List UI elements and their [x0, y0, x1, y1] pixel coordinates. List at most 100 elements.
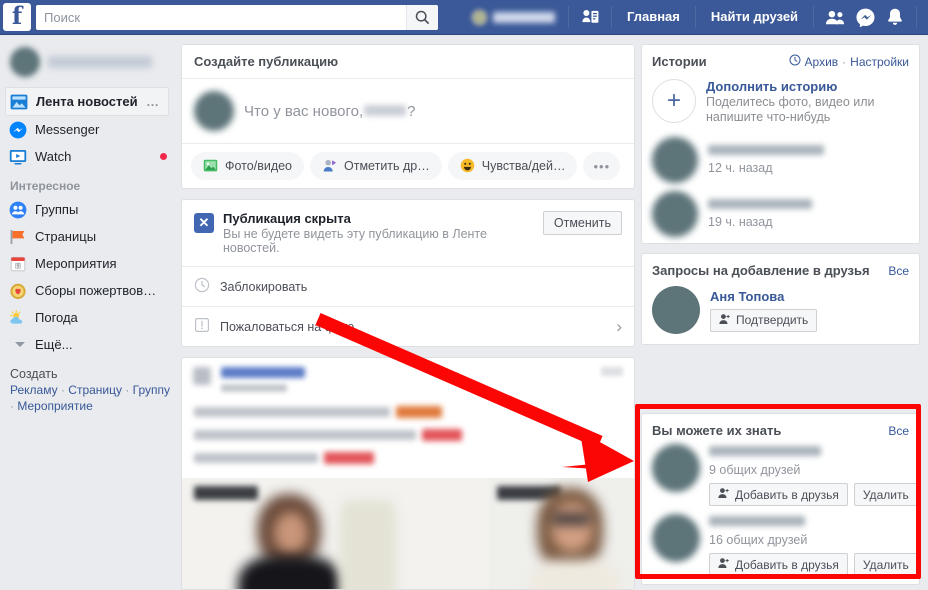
undo-button[interactable]: Отменить	[542, 211, 622, 235]
photo-video-icon	[203, 158, 218, 175]
friend-request-text: Аня Топова Подтвердить	[710, 289, 818, 332]
post-photo[interactable]	[182, 478, 490, 589]
blurred-post-photos[interactable]	[182, 478, 634, 589]
weather-icon	[9, 309, 27, 327]
pymk-see-all[interactable]: Все	[888, 424, 909, 438]
groups-icon	[9, 201, 27, 219]
post-menu-icon[interactable]	[601, 367, 623, 376]
blurred-post-header	[182, 358, 634, 392]
feeling-activity-button[interactable]: Чувства/дей…	[447, 152, 578, 180]
notifications-icon[interactable]	[880, 4, 910, 30]
sidebar-item-fundraisers[interactable]: Сборы пожертвов…	[0, 277, 175, 304]
story-item[interactable]: 12 ч. назад	[642, 135, 919, 189]
sidebar-item-watch[interactable]: Watch	[0, 143, 175, 170]
composer-more-button[interactable]: •••	[583, 152, 621, 180]
sidebar-item-label: Группы	[35, 202, 79, 217]
blurred-span	[194, 453, 318, 463]
create-link-page[interactable]: Страницу	[68, 383, 122, 397]
snooze-option[interactable]: Заблокировать	[182, 266, 634, 306]
settings-link[interactable]: Настройки	[850, 55, 909, 69]
page-body: Лента новостей … Messenger Watch Интерес…	[0, 35, 928, 590]
sidebar-item-more-icon[interactable]: …	[146, 94, 160, 109]
unread-badge	[160, 153, 167, 160]
sidebar-item-events[interactable]: 9 Мероприятия	[0, 250, 175, 277]
hidden-post-title: Публикация скрыта	[223, 211, 351, 226]
pymk-item: 9 общих друзей Добавить в друзья Удалить	[642, 444, 919, 514]
add-friend-button[interactable]: Добавить в друзья	[709, 553, 848, 576]
events-calendar-icon: 9	[9, 255, 27, 273]
post-meta-blurred	[221, 384, 287, 392]
facebook-logo[interactable]: f	[3, 3, 31, 31]
divider	[611, 6, 612, 28]
avatar	[194, 91, 234, 131]
sidebar-item-messenger[interactable]: Messenger	[0, 116, 175, 143]
create-post-glyph	[581, 9, 598, 23]
close-icon: ✕	[194, 213, 214, 233]
create-post-icon[interactable]	[575, 4, 605, 30]
search-box[interactable]	[36, 4, 438, 30]
create-link-ad[interactable]: Рекламу	[10, 383, 58, 397]
snooze-label: Заблокировать	[220, 279, 308, 294]
stories-card: Истории Архив · Настройки + Дополнить ис…	[641, 44, 920, 244]
plus-icon[interactable]: +	[652, 79, 696, 123]
sidebar-item-label: Ещё...	[35, 337, 73, 352]
report-option[interactable]: Пожаловаться на фото ›	[182, 306, 634, 346]
pymk-actions: Добавить в друзья Удалить	[709, 483, 918, 506]
composer-input-row[interactable]: Что у вас нового, ?	[182, 79, 634, 143]
sidebar-item-pages[interactable]: Страницы	[0, 223, 175, 250]
sidebar-item-groups[interactable]: Группы	[0, 196, 175, 223]
tag-friends-label: Отметить др…	[344, 159, 430, 173]
messenger-glyph	[856, 8, 875, 27]
confirm-friend-button[interactable]: Подтвердить	[710, 308, 818, 332]
pymk-name-blurred	[709, 446, 821, 456]
archive-link[interactable]: Архив	[805, 55, 839, 69]
blurred-post-card[interactable]	[181, 357, 635, 590]
sidebar-item-label: Погода	[35, 310, 78, 325]
tag-friends-button[interactable]: Отметить др…	[310, 152, 442, 180]
friend-request-name[interactable]: Аня Топова	[710, 289, 817, 304]
photo-video-button[interactable]: Фото/видео	[191, 152, 305, 180]
blurred-highlight	[422, 429, 462, 441]
blurred-post-author	[221, 367, 591, 392]
pymk-item-text: 9 общих друзей Добавить в друзья Удалить	[709, 444, 918, 506]
archive-clock-icon	[789, 54, 801, 69]
story-timestamp: 12 ч. назад	[708, 161, 773, 175]
remove-suggestion-button[interactable]: Удалить	[853, 483, 918, 506]
sidebar-item-news-feed[interactable]: Лента новостей …	[5, 87, 169, 116]
messenger-icon	[9, 121, 27, 139]
avatar[interactable]	[652, 444, 700, 492]
story-item-text: 12 ч. назад	[708, 145, 824, 175]
sidebar-explore-nav: Группы Страницы 9 Мероприятия Сборы поже…	[0, 196, 175, 358]
search-input[interactable]	[36, 5, 406, 29]
remove-suggestion-button[interactable]: Удалить	[853, 553, 918, 576]
messenger-icon[interactable]	[850, 4, 880, 30]
friend-requests-header: Запросы на добавление в друзья Все	[642, 254, 919, 284]
sidebar-item-weather[interactable]: Погода	[0, 304, 175, 331]
sidebar-item-label: Сборы пожертвов…	[35, 283, 157, 298]
friend-requests-icon[interactable]	[820, 4, 850, 30]
feeling-activity-label: Чувства/дей…	[481, 159, 566, 173]
composer-name-blurred	[364, 104, 407, 116]
left-sidebar: Лента новостей … Messenger Watch Интерес…	[0, 35, 175, 553]
sidebar-profile-row[interactable]	[0, 43, 175, 87]
create-link-event[interactable]: Мероприятие	[17, 399, 92, 413]
friend-requests-see-all[interactable]: Все	[888, 264, 909, 278]
avatar[interactable]	[652, 286, 700, 334]
profile-menu-button[interactable]	[464, 3, 562, 31]
story-item[interactable]: 19 ч. назад	[642, 189, 919, 243]
post-photo[interactable]	[489, 478, 634, 589]
chevron-right-icon[interactable]: ›	[616, 318, 622, 335]
create-link-group[interactable]: Группу	[133, 383, 170, 397]
avatar[interactable]	[652, 514, 700, 562]
composer-placeholder[interactable]: Что у вас нового, ?	[244, 103, 415, 120]
help-icon[interactable]: ?	[923, 4, 928, 30]
nav-home[interactable]: Главная	[618, 4, 689, 30]
add-story-text: Дополнить историю Поделитесь фото, видео…	[706, 79, 878, 125]
pymk-card: Вы можете их знать Все 9 общих друзей До…	[641, 413, 920, 585]
add-story-subtitle: Поделитесь фото, видео или напишите что-…	[706, 95, 875, 124]
search-icon[interactable]	[406, 4, 438, 30]
add-story-row[interactable]: + Дополнить историю Поделитесь фото, вид…	[642, 75, 919, 135]
add-friend-button[interactable]: Добавить в друзья	[709, 483, 848, 506]
nav-find-friends[interactable]: Найти друзей	[702, 4, 807, 30]
sidebar-item-more[interactable]: Ещё...	[0, 331, 175, 358]
